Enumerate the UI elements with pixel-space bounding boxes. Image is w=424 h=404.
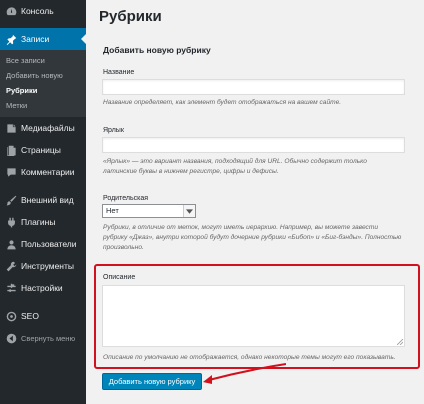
parent-description-line-2: рубрику «Джаз», внутри которой будут доч… bbox=[103, 234, 402, 241]
sidebar-item-label: SEO bbox=[21, 311, 39, 321]
sidebar-item-media[interactable]: Медиафайлы bbox=[0, 117, 86, 139]
posts-submenu: Все записи Добавить новую Рубрики Метки bbox=[0, 50, 86, 117]
sidebar-item-label: Комментарии bbox=[21, 167, 75, 177]
name-input[interactable] bbox=[102, 79, 405, 95]
sidebar-item-label: Пользователи bbox=[21, 239, 77, 249]
main-content: Рубрики Добавить новую рубрику Название … bbox=[86, 0, 424, 404]
sidebar-item-label: Записи bbox=[21, 34, 50, 44]
slug-description-line-2: латинские буквы в нижнем регистре, цифры… bbox=[103, 168, 279, 175]
admin-sidebar: Консоль Записи Все записи Добавить новую… bbox=[0, 0, 86, 404]
name-description: Название определяет, как элемент будет о… bbox=[103, 99, 342, 106]
chevron-down-icon bbox=[183, 205, 195, 217]
collapse-icon bbox=[5, 332, 17, 344]
sidebar-item-label: Плагины bbox=[21, 217, 56, 227]
slug-label: Ярлык bbox=[103, 127, 124, 134]
sidebar-item-pages[interactable]: Страницы bbox=[0, 139, 86, 161]
slug-description-line-1: «Ярлык» — это вариант названия, подходящ… bbox=[103, 158, 367, 165]
sidebar-item-appearance[interactable]: Внешний вид bbox=[0, 189, 86, 211]
submenu-tags[interactable]: Метки bbox=[0, 98, 86, 113]
dashboard-icon bbox=[5, 5, 17, 17]
sidebar-item-plugins[interactable]: Плагины bbox=[0, 211, 86, 233]
comments-icon bbox=[5, 166, 17, 178]
submenu-add-new[interactable]: Добавить новую bbox=[0, 68, 86, 83]
sidebar-item-posts[interactable]: Записи bbox=[0, 28, 86, 50]
pin-icon bbox=[5, 33, 17, 45]
description-label: Описание bbox=[103, 274, 136, 281]
wrench-icon bbox=[5, 260, 17, 272]
parent-label: Родительская bbox=[103, 195, 149, 202]
parent-select[interactable]: Нет bbox=[102, 204, 196, 218]
sidebar-item-label: Настройки bbox=[21, 283, 63, 293]
resize-grip-icon[interactable] bbox=[397, 339, 403, 345]
parent-select-value: Нет bbox=[106, 206, 119, 215]
sidebar-item-label: Свернуть меню bbox=[21, 333, 76, 343]
sidebar-item-label: Медиафайлы bbox=[21, 123, 75, 133]
slug-input[interactable] bbox=[102, 137, 405, 153]
users-icon bbox=[5, 238, 17, 250]
section-title: Добавить новую рубрику bbox=[103, 45, 211, 55]
plugin-icon bbox=[5, 216, 17, 228]
page-title: Рубрики bbox=[99, 8, 162, 25]
sidebar-item-label: Инструменты bbox=[21, 261, 75, 271]
sidebar-item-settings[interactable]: Настройки bbox=[0, 277, 86, 299]
submenu-categories[interactable]: Рубрики bbox=[0, 83, 86, 98]
sidebar-item-dashboard[interactable]: Консоль bbox=[0, 0, 86, 22]
sidebar-item-label: Страницы bbox=[21, 145, 61, 155]
sidebar-item-label: Консоль bbox=[21, 6, 54, 16]
description-textarea[interactable] bbox=[102, 285, 405, 347]
parent-description-line-3: произвольно. bbox=[103, 244, 144, 251]
sidebar-item-seo[interactable]: SEO bbox=[0, 305, 86, 327]
sidebar-item-label: Внешний вид bbox=[21, 195, 74, 205]
brush-icon bbox=[5, 194, 17, 206]
add-category-button[interactable]: Добавить новую рубрику bbox=[102, 373, 202, 390]
seo-icon bbox=[5, 310, 17, 322]
sidebar-item-users[interactable]: Пользователи bbox=[0, 233, 86, 255]
parent-description-line-1: Рубрики, в отличие от меток, могут иметь… bbox=[103, 224, 379, 231]
sidebar-item-comments[interactable]: Комментарии bbox=[0, 161, 86, 183]
name-label: Название bbox=[103, 69, 135, 76]
pages-icon bbox=[5, 144, 17, 156]
annotation-arrow-icon bbox=[203, 363, 286, 384]
sidebar-item-tools[interactable]: Инструменты bbox=[0, 255, 86, 277]
media-icon bbox=[5, 122, 17, 134]
submenu-all-posts[interactable]: Все записи bbox=[0, 53, 86, 68]
collapse-menu-button[interactable]: Свернуть меню bbox=[0, 327, 86, 349]
settings-icon bbox=[5, 282, 17, 294]
